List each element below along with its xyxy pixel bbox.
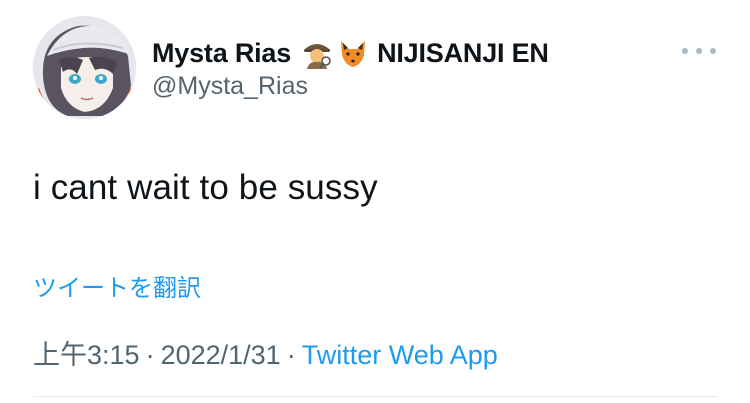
meta-separator: ·	[286, 340, 296, 370]
tweet-source[interactable]: Twitter Web App	[302, 340, 498, 370]
avatar[interactable]	[33, 16, 136, 119]
detective-emoji	[301, 37, 333, 69]
fox-emoji	[337, 37, 369, 69]
divider	[33, 396, 718, 397]
more-horizontal-icon[interactable]	[682, 44, 716, 58]
tweet-card: Mysta Rias NIJISANJI EN @Mysta_Rias i ca…	[0, 0, 750, 403]
display-name-suffix: NIJISANJI EN	[377, 37, 549, 68]
user-handle[interactable]: @Mysta_Rias	[152, 72, 308, 101]
display-name-row[interactable]: Mysta Rias NIJISANJI EN	[152, 33, 549, 73]
tweet-time[interactable]: 上午3:15	[33, 340, 140, 370]
tweet-date[interactable]: 2022/1/31	[161, 340, 281, 370]
more-dot	[682, 48, 688, 54]
meta-separator: ·	[145, 340, 155, 370]
display-name: Mysta Rias	[152, 37, 292, 68]
tweet-meta: 上午3:15 · 2022/1/31 · Twitter Web App	[33, 333, 498, 372]
more-dot	[710, 48, 716, 54]
more-dot	[696, 48, 702, 54]
translate-tweet-link[interactable]: ツイートを翻訳	[33, 268, 201, 303]
tweet-text: i cant wait to be sussy	[33, 168, 378, 207]
